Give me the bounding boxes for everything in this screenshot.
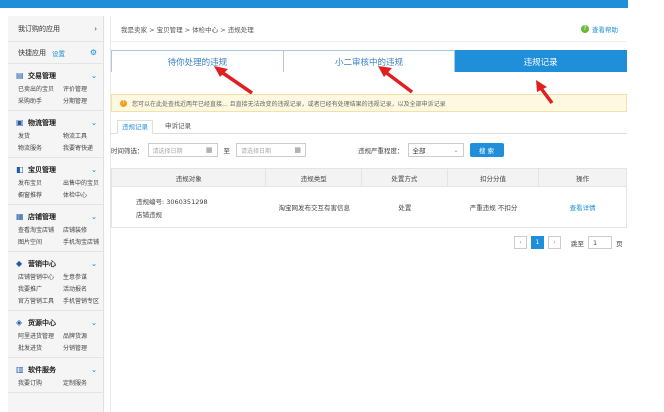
arrow-reviewing — [378, 66, 414, 94]
page-scrollbar[interactable] — [630, 8, 664, 412]
annotation-arrows — [214, 66, 554, 105]
arrow-pending — [214, 66, 253, 95]
arrow-records — [536, 80, 554, 105]
